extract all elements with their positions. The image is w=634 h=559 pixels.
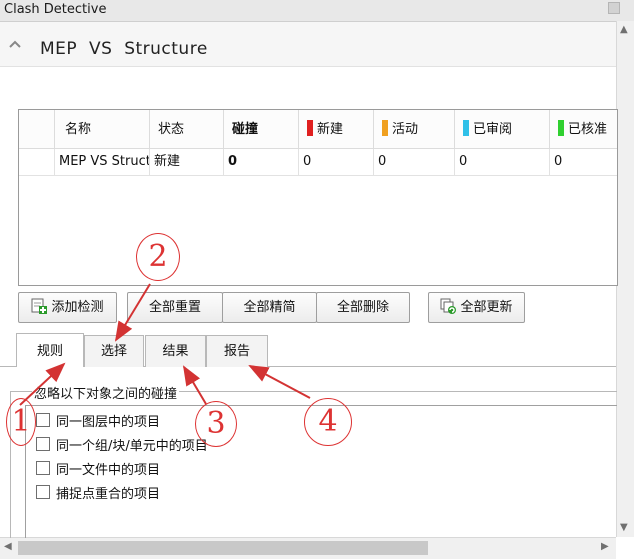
annotation-arrows xyxy=(19,283,311,406)
annotation-arrow-4 xyxy=(248,365,311,399)
annotation-marker-3: 3 xyxy=(195,401,237,447)
annotation-arrow-2 xyxy=(114,283,151,342)
annotation-arrow-3 xyxy=(182,365,207,405)
annotation-marker-1: 1 xyxy=(6,398,36,446)
annotation-marker-2: 2 xyxy=(136,233,180,281)
annotation-marker-4: 4 xyxy=(304,398,352,446)
